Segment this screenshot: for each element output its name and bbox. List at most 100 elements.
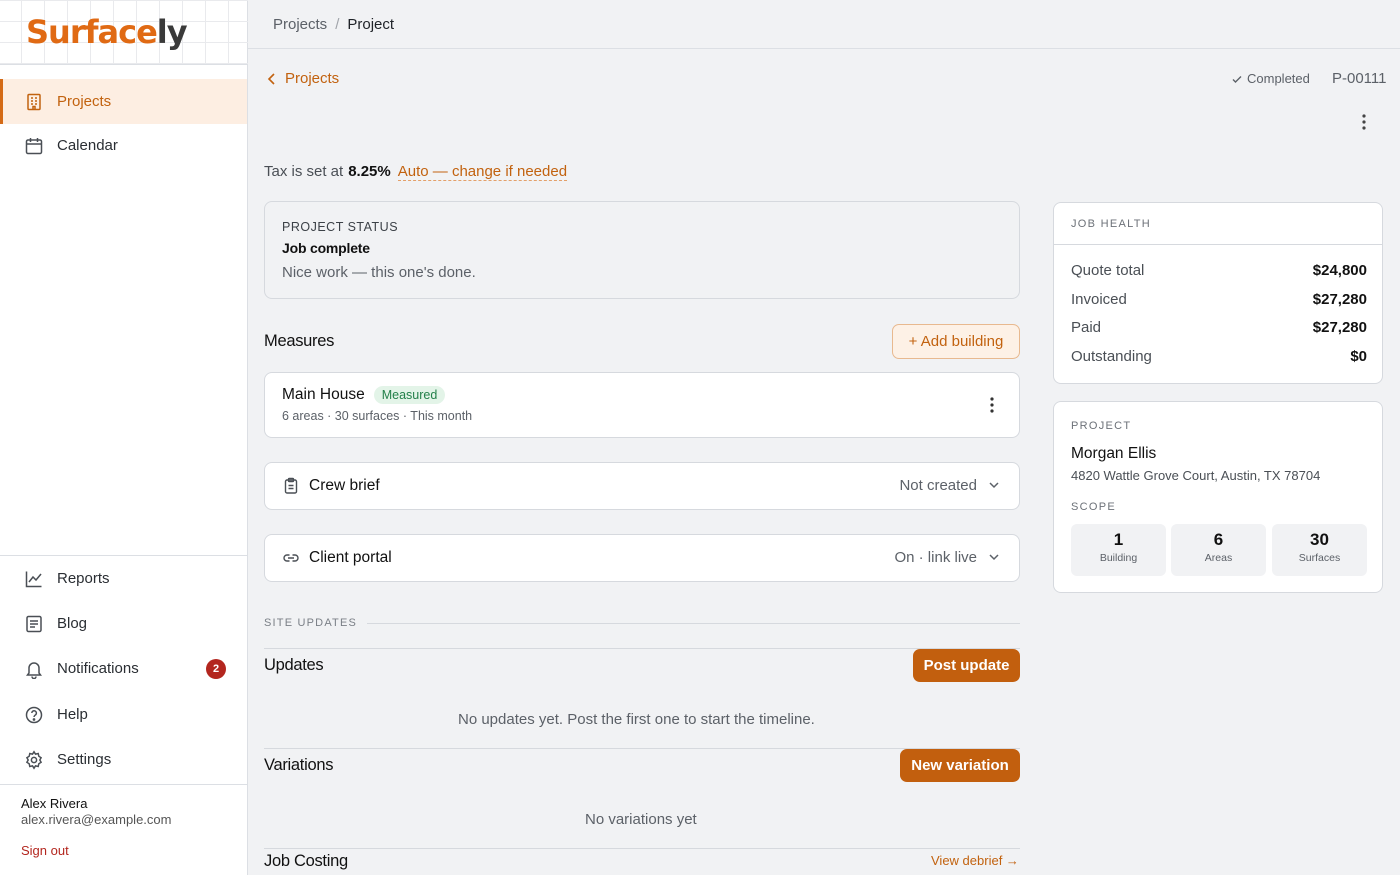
- sign-out-link[interactable]: Sign out: [21, 843, 69, 858]
- building-meta: 6 areas · 30 surfaces · This month: [282, 409, 473, 423]
- back-to-projects-link[interactable]: Projects: [266, 70, 339, 87]
- job-costing-heading: Job Costing: [264, 852, 348, 870]
- sidebar-item-label: Settings: [57, 751, 112, 768]
- bell-icon: [24, 659, 44, 679]
- sidebar-item-label: Calendar: [57, 137, 118, 154]
- chevron-down-icon: [987, 478, 1001, 497]
- health-row-value: $27,280: [1312, 319, 1367, 336]
- divider: [367, 623, 1020, 624]
- building-icon: [24, 92, 44, 112]
- scope-value: 6: [1213, 530, 1224, 549]
- status-indicator: Completed: [1231, 71, 1310, 86]
- tax-rate: 8.25%: [348, 163, 391, 180]
- sidebar-item-label: Blog: [57, 615, 88, 632]
- health-row-key: Paid: [1071, 319, 1102, 336]
- health-row-outstanding: Outstanding $0: [1071, 348, 1367, 365]
- sidebar-item-label: Reports: [57, 570, 110, 587]
- post-update-button[interactable]: Post update: [913, 649, 1020, 682]
- health-row-key: Quote total: [1071, 262, 1145, 279]
- sidebar-item-settings[interactable]: Settings: [0, 737, 247, 782]
- scope-value: 30: [1310, 530, 1329, 549]
- scope-caption: Areas: [1204, 552, 1233, 564]
- building-menu-button[interactable]: [982, 395, 1002, 415]
- notification-count-badge: 2: [206, 658, 226, 679]
- logo[interactable]: Surfacely: [26, 12, 188, 52]
- variations-heading: Variations: [264, 756, 334, 774]
- health-row-invoiced: Invoiced $27,280: [1071, 291, 1367, 308]
- project-status-label: PROJECT STATUS: [282, 220, 399, 234]
- divider: [264, 648, 1020, 649]
- health-row-value: $27,280: [1312, 291, 1367, 308]
- user-name: Alex Rivera: [21, 796, 88, 811]
- breadcrumb-projects-link[interactable]: Projects: [273, 16, 327, 33]
- view-debrief-link[interactable]: View debrief →: [931, 853, 1019, 868]
- scope-caption: Building: [1099, 552, 1138, 564]
- chart-icon: [24, 569, 44, 589]
- sidebar-item-help[interactable]: Help: [0, 692, 247, 737]
- health-row-key: Invoiced: [1071, 291, 1127, 308]
- tax-change-link[interactable]: Auto — change if needed: [397, 163, 568, 181]
- client-portal-value: On · link live: [894, 549, 977, 566]
- breadcrumb-separator: /: [335, 15, 340, 33]
- logo-area: Surfacely: [0, 0, 248, 65]
- crew-brief-value: Not created: [899, 477, 977, 494]
- project-status-description: Nice work — this one's done.: [282, 264, 476, 281]
- gear-icon: [24, 749, 44, 770]
- sidebar-item-label: Notifications: [57, 660, 139, 677]
- divider: [1054, 244, 1382, 245]
- scope-buildings: 1 Building: [1071, 524, 1166, 576]
- tax-prefix: Tax is set at: [264, 163, 344, 180]
- health-row-value: $24,800: [1312, 262, 1367, 279]
- status-text: Completed: [1247, 71, 1310, 86]
- project-status-title: Job complete: [282, 240, 370, 256]
- sidebar-item-notifications[interactable]: Notifications 2: [0, 646, 247, 691]
- help-icon: [24, 705, 44, 725]
- site-updates-label: SITE UPDATES: [264, 617, 358, 629]
- building-name: Main House: [282, 386, 365, 403]
- scope-label: SCOPE: [1071, 501, 1117, 513]
- breadcrumb: Projects / Project: [248, 0, 1400, 49]
- add-building-button[interactable]: + Add building: [892, 324, 1020, 359]
- building-card[interactable]: Main House Measured 6 areas · 30 surface…: [264, 372, 1020, 438]
- client-portal-label: Client portal: [309, 549, 392, 566]
- health-row-key: Outstanding: [1071, 348, 1152, 365]
- health-row-quote-total: Quote total $24,800: [1071, 262, 1367, 279]
- tax-line: Tax is set at 8.25% Auto — change if nee…: [264, 163, 568, 181]
- client-name: Morgan Ellis: [1071, 445, 1157, 462]
- client-address: 4820 Wattle Grove Court, Austin, TX 7870…: [1071, 468, 1321, 483]
- client-portal-row[interactable]: Client portal On · link live: [264, 534, 1020, 582]
- measures-heading: Measures: [264, 332, 335, 350]
- crew-brief-row[interactable]: Crew brief Not created: [264, 462, 1020, 510]
- job-health-label: JOB HEALTH: [1071, 218, 1152, 230]
- measured-badge: Measured: [373, 386, 446, 404]
- sidebar-item-calendar[interactable]: Calendar: [0, 123, 247, 168]
- more-vertical-icon: [990, 397, 994, 413]
- building-name-row: Main House Measured: [282, 386, 446, 404]
- project-info-card: PROJECT Morgan Ellis 4820 Wattle Grove C…: [1053, 401, 1383, 593]
- project-status-card: PROJECT STATUS Job complete Nice work — …: [264, 201, 1020, 299]
- updates-heading: Updates: [264, 656, 324, 674]
- health-row-value: $0: [1350, 348, 1367, 365]
- sidebar-item-reports[interactable]: Reports: [0, 556, 247, 601]
- document-icon: [24, 614, 44, 634]
- scope-value: 1: [1113, 530, 1124, 549]
- variations-empty-state: No variations yet: [585, 811, 697, 828]
- chevron-down-icon: [987, 550, 1001, 569]
- sidebar-item-blog[interactable]: Blog: [0, 601, 247, 646]
- job-health-card: JOB HEALTH Quote total $24,800 Invoiced …: [1053, 202, 1383, 384]
- sidebar-item-projects[interactable]: Projects: [0, 79, 247, 124]
- clipboard-icon: [282, 477, 300, 495]
- divider: [0, 784, 247, 785]
- new-variation-button[interactable]: New variation: [900, 749, 1020, 782]
- breadcrumb-current: Project: [347, 15, 395, 33]
- project-menu-button[interactable]: [1354, 112, 1374, 132]
- health-row-paid: Paid $27,280: [1071, 319, 1367, 336]
- scope-areas: 6 Areas: [1171, 524, 1266, 576]
- user-email: alex.rivera@example.com: [21, 812, 172, 827]
- calendar-icon: [24, 136, 44, 156]
- back-link-label: Projects: [285, 70, 340, 87]
- sidebar: Surfacely Projects Calendar Reports Blog…: [0, 0, 248, 875]
- sidebar-item-label: Help: [57, 706, 88, 723]
- project-id: P-00111: [1332, 70, 1387, 87]
- scope-surfaces: 30 Surfaces: [1272, 524, 1367, 576]
